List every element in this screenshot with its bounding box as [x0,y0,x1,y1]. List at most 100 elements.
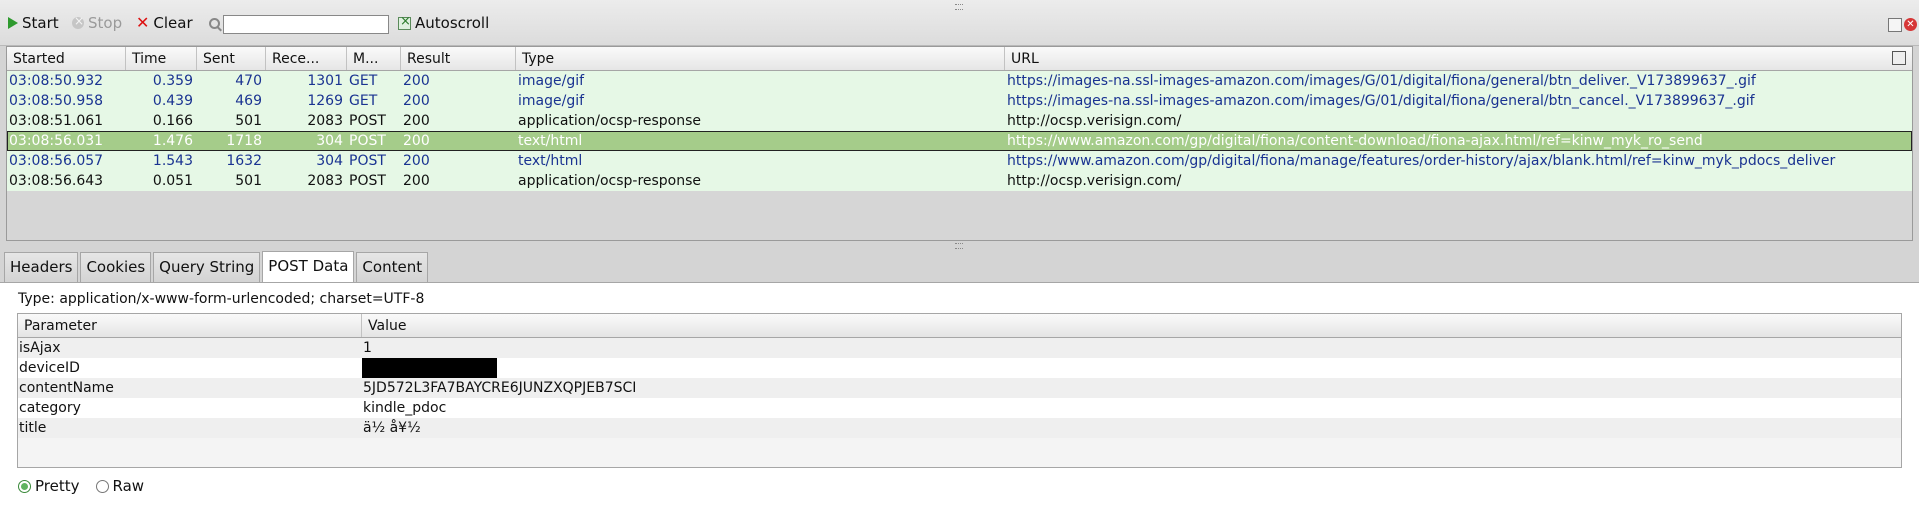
column-header-sent[interactable]: Sent [197,47,266,70]
cell-method: POST [349,133,386,149]
window-controls: ✕ [1888,18,1917,32]
parameter-row[interactable]: deviceID [18,358,1901,378]
stop-button[interactable]: Stop [72,14,122,32]
column-header-url[interactable]: URL [1005,47,1912,70]
cell-started: 03:08:56.643 [9,173,104,189]
cell-result: 200 [403,73,430,89]
column-header-started[interactable]: Started [7,47,126,70]
tab-headers[interactable]: Headers [4,252,79,284]
clear-button[interactable]: ✕ Clear [136,14,193,32]
cell-type: text/html [518,133,583,149]
parameter-name: deviceID [19,360,80,376]
parameter-value: 1 [363,340,372,356]
cell-url: http://ocsp.verisign.com/ [1007,113,1182,129]
cell-started: 03:08:56.057 [9,153,104,169]
parameter-table: Parameter Value isAjax 1 deviceID conten… [17,313,1902,468]
column-picker-icon[interactable] [1892,51,1906,65]
cell-started: 03:08:50.932 [9,73,104,89]
view-mode-group: Pretty Raw [18,477,144,495]
cell-url: https://images-na.ssl-images-amazon.com/… [1007,93,1755,109]
parameter-value: kindle_pdoc [363,400,447,416]
parameter-name: title [19,420,47,436]
parameter-rows: isAjax 1 deviceID contentName 5JD572L3FA… [18,338,1901,438]
parameter-value [362,358,1901,378]
tab-cookies[interactable]: Cookies [80,252,152,284]
detail-tabs: Headers Cookies Query String POST Data C… [4,251,429,284]
search-icon [209,18,220,29]
column-header-result[interactable]: Result [401,47,516,70]
search-input[interactable] [223,15,389,34]
cell-method: GET [349,73,378,89]
request-table-header: Started Time Sent Rece... M... Result Ty… [7,47,1912,71]
cell-time: 1.543 [152,153,193,169]
cell-sent: 501 [235,173,262,189]
cell-time: 0.439 [152,93,193,109]
pane-splitter[interactable] [955,243,963,249]
pretty-radio[interactable]: Pretty [18,477,80,495]
autoscroll-label: Autoscroll [415,14,490,32]
table-row[interactable]: 03:08:51.061 0.166 501 2083 POST 200 app… [7,111,1912,131]
parameter-row[interactable]: category kindle_pdoc [18,398,1901,418]
column-header-received[interactable]: Rece... [266,47,347,70]
play-icon [8,17,18,29]
cell-sent: 1632 [226,153,262,169]
redaction-block [362,358,497,378]
parameter-value: ä½ å¥½ [363,420,421,436]
tab-content[interactable]: Content [356,252,429,284]
cell-url: https://www.amazon.com/gp/digital/fiona/… [1007,153,1836,169]
restore-icon[interactable] [1888,18,1902,32]
checkbox-icon [398,14,411,30]
cell-method: POST [349,153,386,169]
close-icon[interactable]: ✕ [1904,18,1917,31]
cell-time: 0.051 [152,173,193,189]
cell-result: 200 [403,93,430,109]
cell-received: 1301 [307,73,343,89]
search-icon-wrap [209,18,220,29]
cell-method: GET [349,93,378,109]
cell-time: 0.166 [152,113,193,129]
table-row[interactable]: 03:08:50.932 0.359 470 1301 GET 200 imag… [7,71,1912,91]
cell-method: POST [349,173,386,189]
tab-post-data[interactable]: POST Data [262,251,355,283]
stop-label: Stop [88,14,123,32]
start-button[interactable]: Start [8,14,59,32]
cell-type: image/gif [518,93,585,109]
parameter-row[interactable]: isAjax 1 [18,338,1901,358]
table-row[interactable]: 03:08:56.057 1.543 1632 304 POST 200 tex… [7,151,1912,171]
cell-type: image/gif [518,73,585,89]
table-row[interactable]: 03:08:56.643 0.051 501 2083 POST 200 app… [7,171,1912,191]
raw-radio[interactable]: Raw [95,477,145,495]
autoscroll-toggle[interactable]: Autoscroll [398,14,489,32]
radio-unselected-icon [95,479,109,493]
content-type-line: Type: application/x-www-form-urlencoded;… [18,291,425,307]
parameter-name: isAjax [19,340,61,356]
clear-label: Clear [153,14,193,32]
raw-label: Raw [112,477,145,495]
tab-query-string[interactable]: Query String [153,252,261,284]
toolbar: Start Stop ✕ Clear Autoscroll ✕ [0,0,1919,46]
column-header-method[interactable]: M... [347,47,401,70]
cell-url: http://ocsp.verisign.com/ [1007,173,1182,189]
parameter-name: category [19,400,81,416]
column-header-type[interactable]: Type [516,47,1005,70]
parameter-value: 5JD572L3FA7BAYCRE6JUNZXQPJEB7SCI [363,380,637,396]
start-label: Start [22,14,59,32]
parameter-table-header: Parameter Value [18,314,1901,338]
column-header-time[interactable]: Time [126,47,197,70]
parameter-row[interactable]: contentName 5JD572L3FA7BAYCRE6JUNZXQPJEB… [18,378,1901,398]
table-row-selected[interactable]: 03:08:56.031 1.476 1718 304 POST 200 tex… [7,131,1912,151]
radio-selected-icon [18,479,31,493]
cell-started: 03:08:50.958 [9,93,104,109]
column-header-parameter[interactable]: Parameter [18,314,362,337]
cell-received: 304 [316,133,343,149]
cell-type: text/html [518,153,583,169]
request-table: Started Time Sent Rece... M... Result Ty… [6,46,1913,241]
column-header-value[interactable]: Value [362,314,1901,337]
parameter-name: contentName [19,380,114,396]
clear-icon: ✕ [136,13,150,32]
parameter-row[interactable]: title ä½ å¥½ [18,418,1901,438]
pretty-label: Pretty [35,477,80,495]
table-row[interactable]: 03:08:50.958 0.439 469 1269 GET 200 imag… [7,91,1912,111]
cell-method: POST [349,113,386,129]
cell-started: 03:08:51.061 [9,113,104,129]
